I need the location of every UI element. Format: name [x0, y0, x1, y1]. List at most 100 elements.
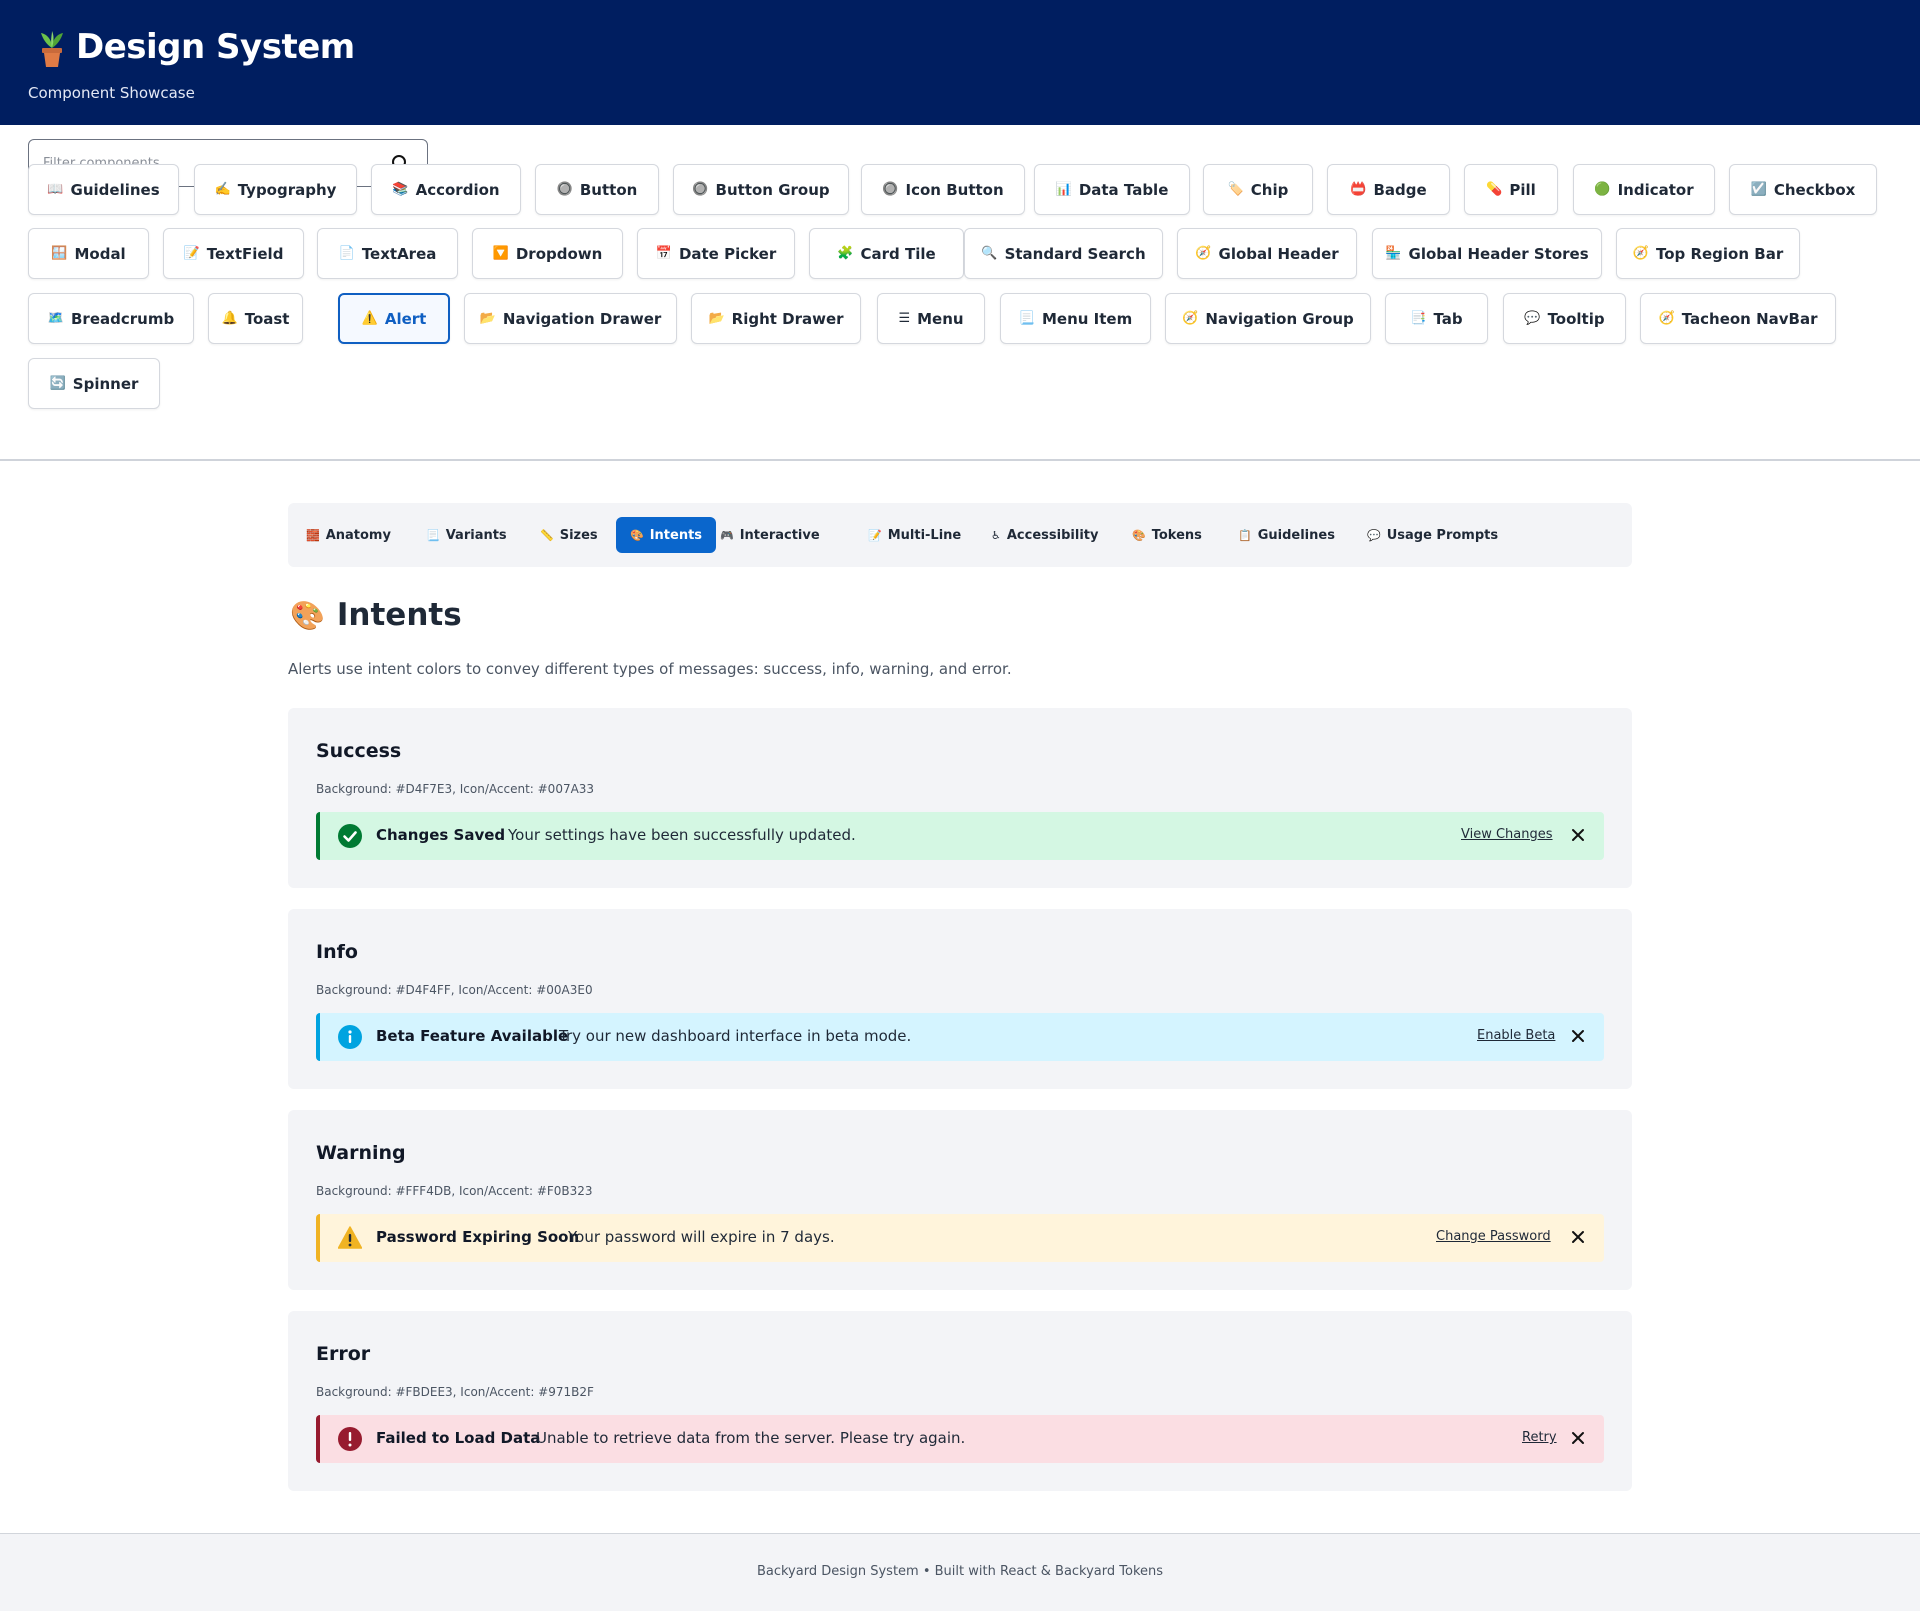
component-button-date-picker[interactable]: 📅 Date Picker: [637, 228, 795, 279]
component-button-label: Standard Search: [1004, 244, 1146, 263]
app-subtitle: Component Showcase: [28, 84, 195, 102]
component-button-guidelines[interactable]: 📖 Guidelines: [28, 164, 179, 215]
tab-tokens[interactable]: 🎨 Tokens: [1132, 517, 1202, 553]
tab-emoji-icon: ♿: [991, 528, 1001, 542]
component-button-button[interactable]: 🔘 Button: [535, 164, 659, 215]
component-emoji-icon: 🔘: [556, 182, 573, 197]
footer-text: Backyard Design System • Built with Reac…: [756, 1564, 1164, 1579]
component-button-tooltip[interactable]: 💬 Tooltip: [1503, 293, 1626, 344]
alert-message: Try our new dashboard interface in beta …: [559, 1027, 912, 1045]
component-emoji-icon: 📂: [479, 311, 496, 326]
alert-action-link[interactable]: Change Password: [1436, 1229, 1551, 1244]
component-button-right-drawer[interactable]: 📂 Right Drawer: [691, 293, 861, 344]
component-button-label: Tooltip: [1547, 309, 1605, 328]
component-emoji-icon: 📛: [1350, 182, 1367, 197]
tab-emoji-icon: 🎨: [630, 528, 644, 542]
component-button-breadcrumb[interactable]: 🗺️ Breadcrumb: [28, 293, 194, 344]
intent-card-error: Error Background: #FBDEE3, Icon/Accent: …: [288, 1311, 1632, 1491]
component-button-label: Badge: [1373, 180, 1427, 199]
component-button-label: Date Picker: [678, 244, 777, 263]
component-emoji-icon: 🧭: [1632, 246, 1649, 261]
component-button-label: Navigation Group: [1205, 309, 1354, 328]
component-button-global-header[interactable]: 🧭 Global Header: [1177, 228, 1357, 279]
component-button-textarea[interactable]: 📄 TextArea: [317, 228, 458, 279]
component-button-toast[interactable]: 🔔 Toast: [208, 293, 303, 344]
alert-success: Changes Saved Your settings have been su…: [316, 812, 1604, 860]
component-button-pill[interactable]: 💊 Pill: [1464, 164, 1558, 215]
tab-anatomy[interactable]: 🧱 Anatomy: [306, 517, 391, 553]
component-button-chip[interactable]: 🏷️ Chip: [1203, 164, 1313, 215]
tab-variants[interactable]: 📃 Variants: [426, 517, 507, 553]
app-title: Design System: [76, 27, 355, 67]
tab-emoji-icon: 🎨: [1132, 528, 1146, 542]
component-button-indicator[interactable]: 🟢 Indicator: [1573, 164, 1715, 215]
component-button-data-table[interactable]: 📊 Data Table: [1034, 164, 1190, 215]
alert-info: Beta Feature Available Try our new dashb…: [316, 1013, 1604, 1061]
component-button-label: Checkbox: [1773, 180, 1856, 199]
intent-card-success: Success Background: #D4F7E3, Icon/Accent…: [288, 708, 1632, 888]
tab-emoji-icon: 📋: [1238, 528, 1252, 542]
tab-multi-line[interactable]: 📝 Multi-Line: [868, 517, 961, 553]
component-button-card-tile[interactable]: 🧩 Card Tile: [809, 228, 964, 279]
intent-card-info: Info Background: #D4F4FF, Icon/Accent: #…: [288, 909, 1632, 1089]
tab-interactive[interactable]: 🎮 Interactive: [720, 517, 820, 553]
component-button-label: Spinner: [72, 374, 139, 393]
tab-usage-prompts[interactable]: 💬 Usage Prompts: [1367, 517, 1498, 553]
component-button-label: TextArea: [361, 244, 437, 263]
component-emoji-icon: 📝: [183, 246, 200, 261]
close-icon[interactable]: [1570, 1028, 1586, 1044]
component-button-global-header-stores[interactable]: 🏪 Global Header Stores: [1372, 228, 1602, 279]
alert-action-link[interactable]: Enable Beta: [1477, 1028, 1555, 1043]
tab-emoji-icon: 📝: [868, 528, 882, 542]
alert-title: Failed to Load Data: [376, 1429, 541, 1447]
close-icon[interactable]: [1570, 1229, 1586, 1245]
component-button-icon-button[interactable]: 🔘 Icon Button: [861, 164, 1025, 215]
component-button-dropdown[interactable]: 🔽 Dropdown: [472, 228, 623, 279]
component-button-top-region-bar[interactable]: 🧭 Top Region Bar: [1616, 228, 1800, 279]
alert-message: Unable to retrieve data from the server.…: [536, 1429, 966, 1447]
component-button-modal[interactable]: 🪟 Modal: [28, 228, 149, 279]
component-button-label: Global Header Stores: [1408, 244, 1589, 263]
component-button-label: Alert: [384, 309, 427, 328]
tab-accessibility[interactable]: ♿ Accessibility: [991, 517, 1098, 553]
component-emoji-icon: 📑: [1410, 311, 1427, 326]
component-emoji-icon: 📂: [708, 311, 725, 326]
component-button-menu-item[interactable]: 📃 Menu Item: [1000, 293, 1151, 344]
tab-sizes[interactable]: 📏 Sizes: [540, 517, 598, 553]
component-button-alert[interactable]: ⚠️ Alert: [338, 293, 450, 344]
component-button-checkbox[interactable]: ☑️ Checkbox: [1729, 164, 1877, 215]
tab-emoji-icon: 💬: [1367, 528, 1381, 542]
component-button-typography[interactable]: ✍️ Typography: [194, 164, 357, 215]
component-button-menu[interactable]: ☰ Menu: [877, 293, 985, 344]
tab-emoji-icon: 🧱: [306, 528, 320, 542]
tab-intents[interactable]: 🎨 Intents: [616, 517, 717, 553]
component-button-label: Top Region Bar: [1655, 244, 1784, 263]
component-button-spinner[interactable]: 🔄 Spinner: [28, 358, 160, 409]
alert-action-link[interactable]: Retry: [1522, 1430, 1557, 1445]
tab-guidelines[interactable]: 📋 Guidelines: [1238, 517, 1335, 553]
intent-heading: Success: [316, 740, 402, 762]
component-button-accordion[interactable]: 📚 Accordion: [371, 164, 521, 215]
component-emoji-icon: 🧭: [1658, 311, 1675, 326]
component-button-tacheon-navbar[interactable]: 🧭 Tacheon NavBar: [1640, 293, 1836, 344]
component-button-tab[interactable]: 📑 Tab: [1385, 293, 1488, 344]
component-emoji-icon: 📃: [1018, 311, 1035, 326]
close-icon[interactable]: [1570, 1430, 1586, 1446]
warning-triangle-icon: [337, 1226, 363, 1250]
tab-label: Multi-Line: [887, 527, 962, 543]
component-button-label: Modal: [74, 244, 126, 263]
component-button-badge[interactable]: 📛 Badge: [1327, 164, 1450, 215]
close-icon[interactable]: [1570, 827, 1586, 843]
component-button-navigation-group[interactable]: 🧭 Navigation Group: [1165, 293, 1371, 344]
component-button-textfield[interactable]: 📝 TextField: [163, 228, 304, 279]
component-emoji-icon: 📅: [655, 246, 672, 261]
tab-label: Guidelines: [1257, 527, 1335, 543]
component-emoji-icon: 🧭: [1182, 311, 1199, 326]
component-emoji-icon: ☰: [898, 311, 911, 326]
component-button-navigation-drawer[interactable]: 📂 Navigation Drawer: [464, 293, 677, 344]
component-button-standard-search[interactable]: 🔍 Standard Search: [964, 228, 1163, 279]
component-button-button-group[interactable]: 🔘 Button Group: [673, 164, 849, 215]
component-emoji-icon: 📚: [392, 182, 409, 197]
alert-action-link[interactable]: View Changes: [1461, 827, 1553, 842]
alert-warning: Password Expiring Soon Your password wil…: [316, 1214, 1604, 1262]
